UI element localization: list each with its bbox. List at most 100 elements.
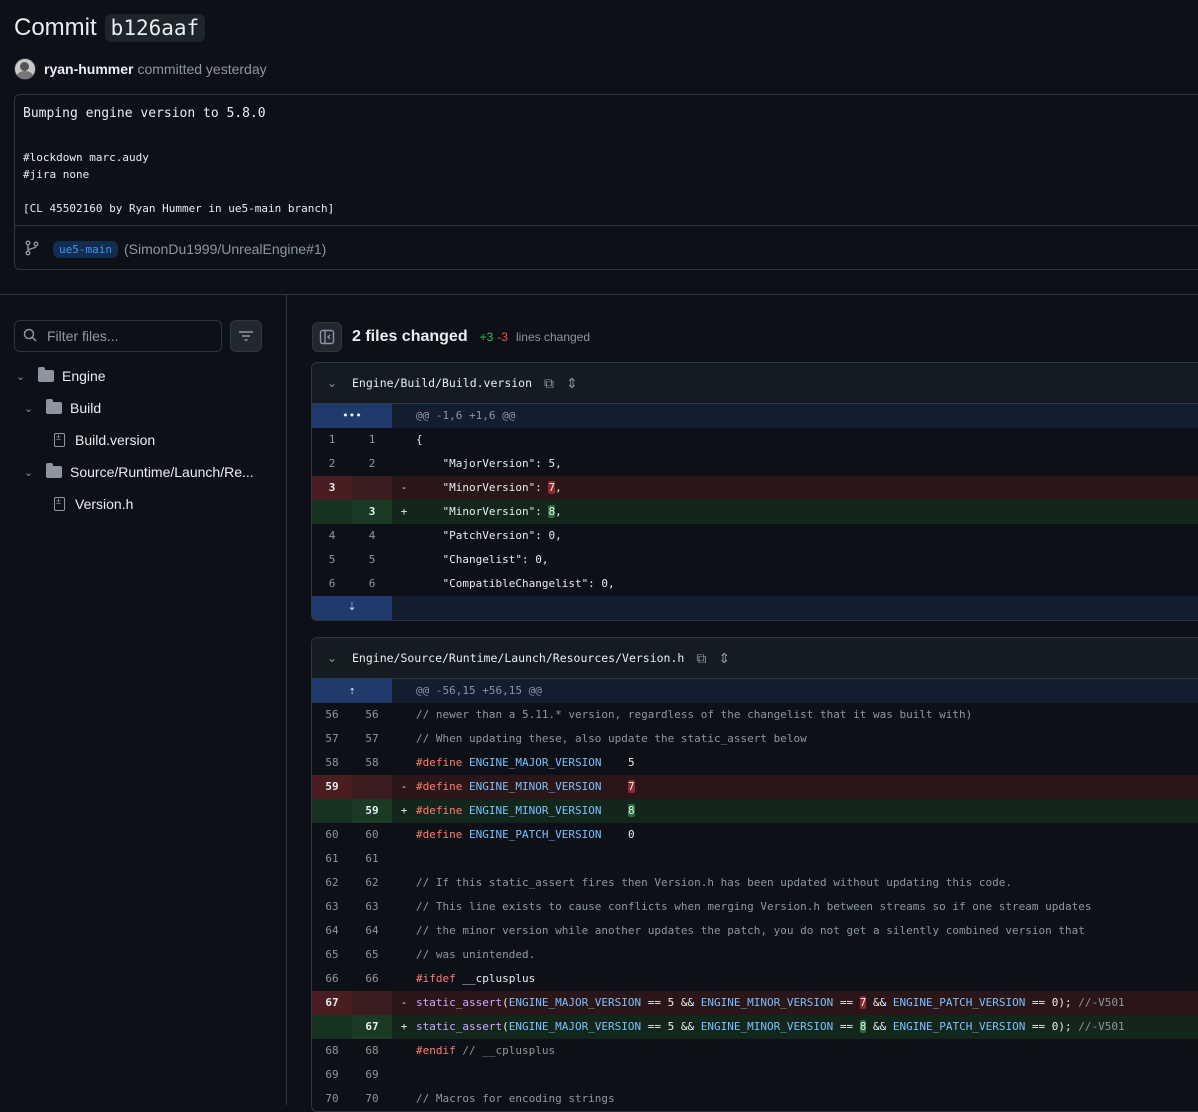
old-line-number[interactable]: 5 <box>312 548 352 572</box>
macro-name: ENGINE_MINOR_VERSION <box>700 1020 834 1033</box>
commit-message-box: Bumping engine version to 5.8.0 #lockdow… <box>14 94 1198 270</box>
diff-sign: + <box>400 1020 408 1033</box>
code-segment: // When updating these, also update the … <box>416 732 807 745</box>
copy-icon[interactable]: ⧉ <box>696 650 706 667</box>
filter-files-field[interactable] <box>14 320 222 352</box>
old-line-number[interactable]: 2 <box>312 452 352 476</box>
old-line-number[interactable]: 60 <box>312 823 352 847</box>
macro-value: 0 <box>627 828 635 841</box>
copy-icon[interactable]: ⧉ <box>544 375 554 392</box>
diff-summary-bar: 2 files changed +3 -3 lines changed <box>312 322 590 352</box>
tree-folder[interactable]: ⌄ Build <box>24 396 101 420</box>
tree-folder[interactable]: ⌄ Engine <box>16 364 106 388</box>
chevron-down-icon[interactable]: ⌄ <box>16 370 30 383</box>
filter-options-button[interactable] <box>230 320 262 352</box>
old-line-number[interactable] <box>312 1015 352 1039</box>
folder-icon <box>46 463 62 478</box>
old-line-number[interactable]: 68 <box>312 1039 352 1063</box>
folder-icon <box>46 399 62 414</box>
expand-hunk-button[interactable]: ••• <box>312 404 392 428</box>
new-line-number[interactable]: 64 <box>352 919 392 943</box>
new-line-number[interactable]: 56 <box>352 703 392 727</box>
old-line-number[interactable]: 70 <box>312 1087 352 1111</box>
expand-up-button[interactable]: ⇡ <box>312 679 392 703</box>
new-line-number[interactable]: 67 <box>352 1015 392 1039</box>
file-diff-card: ⌄ Engine/Build/Build.version ⧉ ⇕ ••• @@ -1,6 … <box>311 362 1198 621</box>
new-line-number[interactable] <box>352 991 392 1015</box>
expand-all-icon[interactable]: ⇕ <box>566 375 578 392</box>
diff-sign <box>392 871 416 895</box>
old-line-number[interactable]: 59 <box>312 775 352 799</box>
old-line-number[interactable]: 65 <box>312 943 352 967</box>
diff-line-added: 67 + static_assert(ENGINE_MAJOR_VERSION ==… <box>312 1015 1198 1039</box>
old-line-number[interactable]: 63 <box>312 895 352 919</box>
code-text: static_assert(ENGINE_MAJOR_VERSION == 5 … <box>416 991 1198 1015</box>
new-line-number[interactable]: 66 <box>352 967 392 991</box>
new-line-number[interactable]: 63 <box>352 895 392 919</box>
diff-line: 57 57 // When updating these, also update … <box>312 727 1198 751</box>
tree-file[interactable]: Build.version <box>54 428 155 452</box>
new-line-number[interactable]: 61 <box>352 847 392 871</box>
old-line-number[interactable]: 67 <box>312 991 352 1015</box>
old-line-number[interactable]: 66 <box>312 967 352 991</box>
code-text: #define ENGINE_MINOR_VERSION 7 <box>416 775 1198 799</box>
new-line-number[interactable]: 70 <box>352 1087 392 1111</box>
collapse-chevron-icon[interactable]: ⌄ <box>312 376 352 390</box>
define-keyword: #define <box>416 828 463 841</box>
new-line-number[interactable]: 3 <box>352 500 392 524</box>
new-line-number[interactable] <box>352 775 392 799</box>
file-path[interactable]: Engine/Source/Runtime/Launch/Resources/V… <box>352 651 684 665</box>
new-line-number[interactable] <box>352 476 392 500</box>
old-line-number[interactable]: 62 <box>312 871 352 895</box>
filter-files-input[interactable] <box>45 327 209 345</box>
new-line-number[interactable]: 1 <box>352 428 392 452</box>
expand-all-icon[interactable]: ⇕ <box>718 650 730 667</box>
old-line-number[interactable]: 64 <box>312 919 352 943</box>
diff-sign <box>392 823 416 847</box>
new-line-number[interactable]: 2 <box>352 452 392 476</box>
code-segment: // If this static_assert fires then Vers… <box>416 876 1013 889</box>
old-line-number[interactable]: 6 <box>312 572 352 596</box>
new-line-number[interactable]: 59 <box>352 799 392 823</box>
new-line-number[interactable]: 4 <box>352 524 392 548</box>
new-line-number[interactable]: 57 <box>352 727 392 751</box>
commit-sha[interactable]: b126aaf <box>104 14 206 42</box>
diff-sign: - <box>400 780 408 793</box>
folder-icon <box>38 367 54 382</box>
avatar[interactable] <box>14 58 36 80</box>
new-line-number[interactable]: 62 <box>352 871 392 895</box>
file-path[interactable]: Engine/Build/Build.version <box>352 376 532 390</box>
tree-file[interactable]: Version.h <box>54 492 133 516</box>
new-line-number[interactable]: 60 <box>352 823 392 847</box>
new-line-number[interactable]: 65 <box>352 943 392 967</box>
old-line-number[interactable]: 57 <box>312 727 352 751</box>
old-line-number[interactable] <box>312 799 352 823</box>
old-line-number[interactable] <box>312 500 352 524</box>
expand-down-button[interactable]: ⇣ <box>312 596 392 620</box>
old-line-number[interactable]: 56 <box>312 703 352 727</box>
old-line-number[interactable]: 4 <box>312 524 352 548</box>
old-line-number[interactable]: 1 <box>312 428 352 452</box>
old-line-number[interactable]: 61 <box>312 847 352 871</box>
commit-author-row: ryan-hummer committed yesterday <box>14 58 267 80</box>
new-line-number[interactable]: 58 <box>352 751 392 775</box>
old-line-number[interactable]: 69 <box>312 1063 352 1087</box>
git-branch-icon <box>25 240 43 259</box>
toggle-file-tree-button[interactable] <box>312 322 342 352</box>
macro-name: ENGINE_MINOR_VERSION <box>700 996 834 1009</box>
pr-reference[interactable]: (SimonDu1999/UnrealEngine#1) <box>124 241 326 257</box>
author-name[interactable]: ryan-hummer <box>44 61 133 77</box>
chevron-down-icon[interactable]: ⌄ <box>24 466 38 479</box>
collapse-chevron-icon[interactable]: ⌄ <box>312 651 352 665</box>
file-diff-icon <box>54 432 65 447</box>
tree-folder[interactable]: ⌄ Source/Runtime/Launch/Re... <box>24 460 254 484</box>
old-line-number[interactable]: 3 <box>312 476 352 500</box>
new-line-number[interactable]: 6 <box>352 572 392 596</box>
new-line-number[interactable]: 5 <box>352 548 392 572</box>
macro-name: ENGINE_MAJOR_VERSION <box>508 1020 642 1033</box>
old-line-number[interactable]: 58 <box>312 751 352 775</box>
chevron-down-icon[interactable]: ⌄ <box>24 402 38 415</box>
new-line-number[interactable]: 69 <box>352 1063 392 1087</box>
new-line-number[interactable]: 68 <box>352 1039 392 1063</box>
branch-link[interactable]: ue5-main <box>53 240 118 258</box>
